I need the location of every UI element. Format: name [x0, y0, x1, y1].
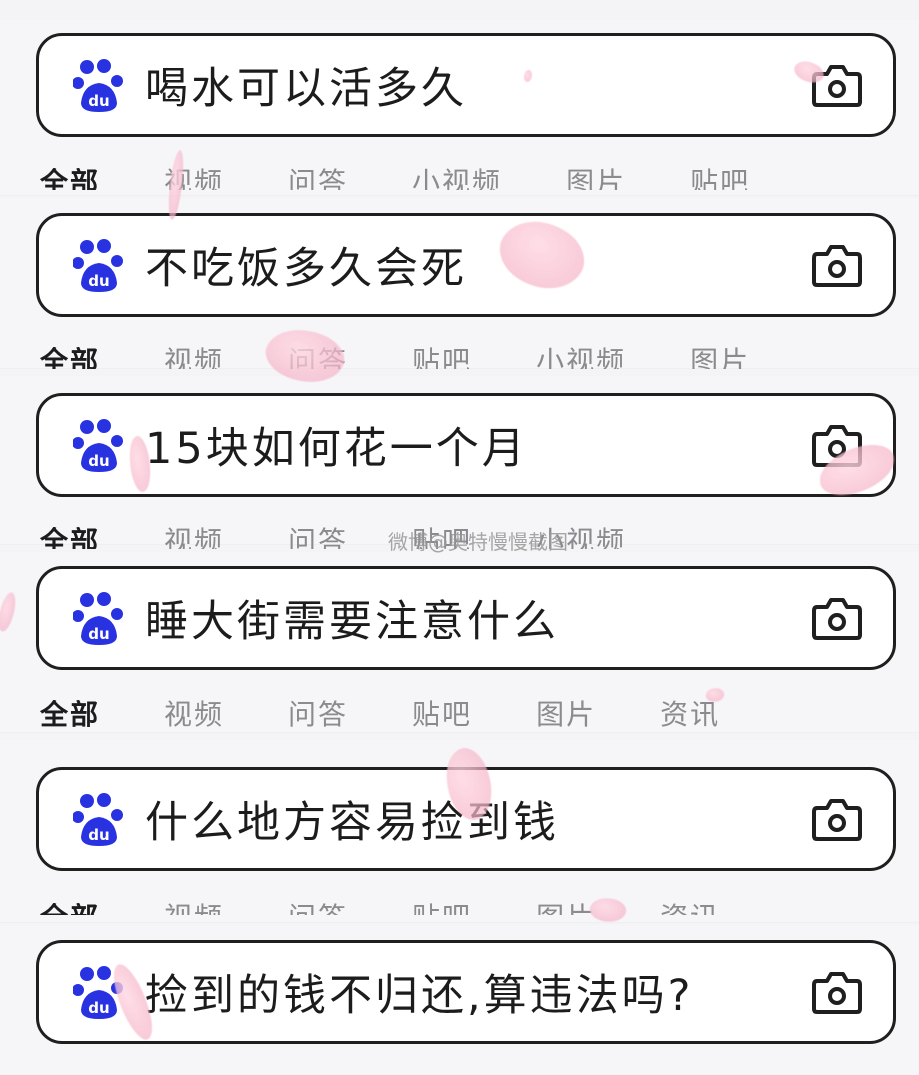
tab-qa[interactable]: 问答 [288, 527, 348, 549]
tab-all[interactable]: 全部 [40, 700, 100, 730]
svg-text:du: du [88, 272, 109, 290]
tab-tieba[interactable]: 贴吧 [412, 347, 472, 369]
search-query[interactable]: 不吃饭多久会死 [145, 234, 811, 296]
svg-text:du: du [88, 452, 109, 470]
camera-icon[interactable] [811, 242, 863, 288]
tab-qa[interactable]: 问答 [288, 168, 348, 190]
search-query[interactable]: 捡到的钱不归还,算违法吗? [145, 961, 811, 1023]
search-bar[interactable]: du 喝水可以活多久 [36, 33, 896, 137]
svg-text:du: du [88, 625, 109, 643]
tab-all[interactable]: 全部 [40, 903, 100, 915]
search-bar[interactable]: du 不吃饭多久会死 [36, 213, 896, 317]
baidu-logo-icon: du [73, 239, 123, 292]
svg-text:du: du [88, 999, 109, 1017]
tab-images[interactable]: 图片 [566, 168, 626, 190]
tab-images[interactable]: 图片 [536, 903, 596, 915]
tab-news[interactable]: 资讯 [660, 903, 720, 915]
tab-tieba[interactable]: 贴吧 [412, 903, 472, 915]
tab-video[interactable]: 视频 [164, 527, 224, 549]
svg-text:du: du [88, 826, 109, 844]
tab-video[interactable]: 视频 [164, 903, 224, 915]
weibo-watermark: 微博@奥特慢慢截图 [388, 530, 568, 554]
tab-video[interactable]: 视频 [164, 347, 224, 369]
search-bar[interactable]: du 15块如何花一个月 [36, 393, 896, 497]
tab-video[interactable]: 视频 [164, 700, 224, 730]
result-tabs: 全部 视频 问答 贴吧 图片 资讯 [40, 903, 900, 915]
search-query[interactable]: 喝水可以活多久 [145, 54, 811, 116]
tab-images[interactable]: 图片 [690, 347, 750, 369]
tab-qa[interactable]: 问答 [288, 903, 348, 915]
search-bar[interactable]: du 睡大街需要注意什么 [36, 566, 896, 670]
tab-all[interactable]: 全部 [40, 347, 100, 369]
baidu-logo-icon: du [73, 592, 123, 645]
search-bar[interactable]: du 捡到的钱不归还,算违法吗? [36, 940, 896, 1044]
tab-tieba[interactable]: 贴吧 [412, 700, 472, 730]
result-tabs: 全部 视频 问答 贴吧 小视频 图片 [40, 347, 900, 369]
search-query[interactable]: 睡大街需要注意什么 [145, 587, 811, 649]
svg-text:du: du [88, 92, 109, 110]
baidu-logo-icon: du [73, 59, 123, 112]
tab-images[interactable]: 图片 [536, 700, 596, 730]
tab-qa[interactable]: 问答 [288, 700, 348, 730]
result-tabs: 全部 视频 问答 贴吧 图片 资讯 [40, 700, 900, 734]
tab-short-video[interactable]: 小视频 [536, 347, 626, 369]
camera-icon[interactable] [811, 969, 863, 1015]
tab-all[interactable]: 全部 [40, 527, 100, 549]
tab-short-video[interactable]: 小视频 [412, 168, 502, 190]
tab-all[interactable]: 全部 [40, 168, 100, 190]
tab-tieba[interactable]: 贴吧 [690, 168, 750, 190]
baidu-logo-icon: du [73, 793, 123, 846]
baidu-logo-icon: du [73, 419, 123, 472]
camera-icon[interactable] [811, 595, 863, 641]
tab-news[interactable]: 资讯 [660, 700, 720, 730]
search-query[interactable]: 15块如何花一个月 [145, 414, 811, 476]
screenshot-collage: du 喝水可以活多久 全部 视频 问答 小视频 图片 贴吧 du 不吃饭多久会死… [0, 0, 919, 1075]
camera-icon[interactable] [811, 796, 863, 842]
